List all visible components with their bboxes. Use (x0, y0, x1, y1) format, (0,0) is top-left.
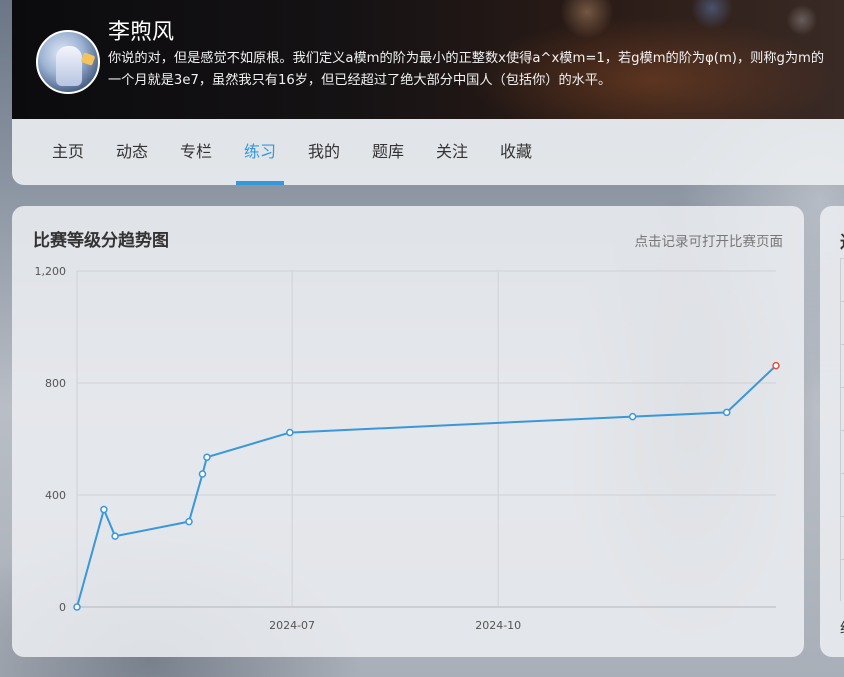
bio-line-2: 一个月就是3e7，虽然我只有16岁，但已经超过了绝大部分中国人（包括你）的水平。 (108, 73, 612, 88)
tab-problemset[interactable]: 题库 (372, 119, 404, 185)
bio-line-1: 你说的对，但是感觉不如原根。我们定义a模m的阶为最小的正整数x使得a^x模m=1… (108, 51, 825, 66)
rating-point[interactable] (198, 470, 207, 478)
tab-favorites[interactable]: 收藏 (500, 119, 532, 185)
side-card-grid (840, 258, 844, 601)
side-card: 过 约 (820, 206, 844, 657)
x-tick-label: 2024-07 (269, 619, 315, 632)
rating-line (76, 364, 777, 608)
rating-point[interactable] (628, 412, 637, 421)
y-tick-label: 800 (45, 377, 66, 390)
y-tick-label: 1,200 (35, 265, 67, 278)
rating-trend-card: 比赛等级分趋势图 点击记录可打开比赛页面 0 400 800 1,200 2024-07… (12, 206, 804, 657)
rating-point[interactable] (286, 428, 294, 437)
tab-practice[interactable]: 练习 (244, 119, 276, 185)
rating-point[interactable] (111, 532, 119, 540)
rating-point[interactable] (722, 408, 731, 417)
avatar-figure (56, 46, 82, 86)
rating-point[interactable] (185, 517, 193, 526)
side-card-footer: 约 (840, 618, 844, 638)
active-tab-indicator (236, 181, 284, 185)
y-tick-label: 0 (59, 601, 66, 614)
tab-following[interactable]: 关注 (436, 119, 468, 185)
tab-mine[interactable]: 我的 (308, 119, 340, 185)
latest-rating-point[interactable] (772, 361, 780, 370)
tab-activity[interactable]: 动态 (116, 119, 148, 185)
y-tick-label: 400 (45, 489, 66, 502)
rating-chart[interactable]: 0 400 800 1,200 2024-07 2024-10 (12, 206, 804, 657)
tab-home[interactable]: 主页 (52, 119, 84, 185)
profile-tab-bar: 主页 动态 专栏 练习 我的 题库 关注 收藏 (12, 119, 844, 185)
username: 李煦风 (108, 20, 175, 45)
avatar[interactable] (36, 30, 100, 94)
tab-column[interactable]: 专栏 (180, 119, 212, 185)
rating-point[interactable] (203, 453, 211, 461)
x-tick-label: 2024-10 (475, 619, 521, 632)
rating-point[interactable] (73, 603, 81, 611)
user-bio: 你说的对，但是感觉不如原根。我们定义a模m的阶为最小的正整数x使得a^x模m=1… (108, 48, 844, 92)
side-card-title: 过 (840, 228, 844, 253)
rating-point[interactable] (100, 505, 108, 514)
avatar-butterfly (80, 52, 96, 66)
